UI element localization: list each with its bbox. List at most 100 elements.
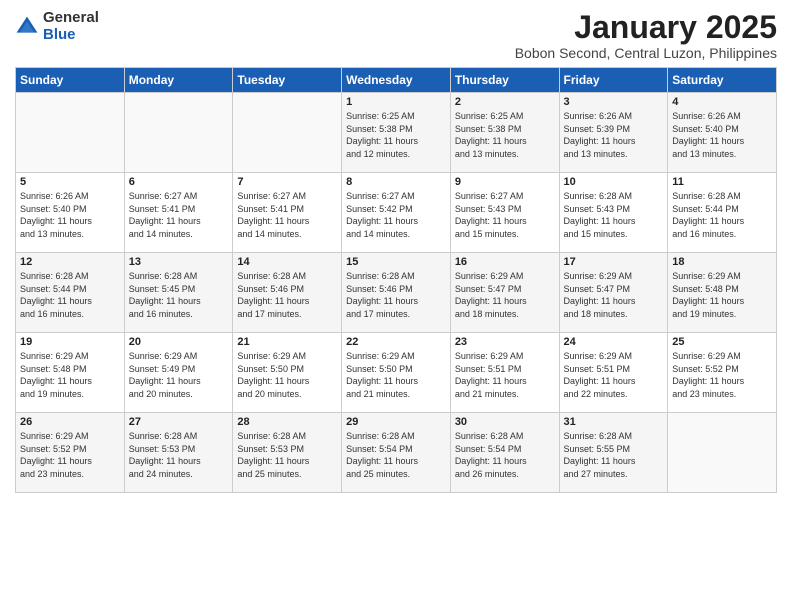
calendar-week-2: 5Sunrise: 6:26 AM Sunset: 5:40 PM Daylig… bbox=[16, 173, 777, 253]
calendar-cell-w4-d1: 19 Sunrise: 6:29 AM Sunset: 5:48 PM Dayli… bbox=[16, 333, 125, 413]
day-number: 3 bbox=[564, 96, 664, 108]
calendar-week-5: 26 Sunrise: 6:29 AM Sunset: 5:52 PM Dayli… bbox=[16, 413, 777, 493]
location: Bobon Second, Central Luzon, Philippines bbox=[515, 45, 777, 61]
day-info: Sunrise: 6:27 AM Sunset: 5:43 PM Dayligh… bbox=[455, 190, 555, 240]
day-info: Sunrise: 6:29 AM Sunset: 5:51 PM Dayligh… bbox=[455, 350, 555, 400]
day-number: 24 bbox=[564, 336, 664, 348]
day-info: Sunrise: 6:29 AM Sunset: 5:52 PM Dayligh… bbox=[20, 430, 120, 480]
day-info: Sunrise: 6:25 AM Sunset: 5:38 PM Dayligh… bbox=[455, 110, 555, 160]
calendar-cell-w3-d5: 16 Sunrise: 6:29 AM Sunset: 5:47 PM Dayli… bbox=[450, 253, 559, 333]
day-info: Sunrise: 6:29 AM Sunset: 5:47 PM Dayligh… bbox=[564, 270, 664, 320]
logo-blue-text: Blue bbox=[43, 27, 99, 44]
day-info: Sunrise: 6:25 AM Sunset: 5:38 PM Dayligh… bbox=[346, 110, 446, 160]
calendar-cell-w2-d5: 9 Sunrise: 6:27 AM Sunset: 5:43 PM Daylig… bbox=[450, 173, 559, 253]
title-block: January 2025 Bobon Second, Central Luzon… bbox=[515, 10, 777, 61]
calendar-cell-w5-d6: 31 Sunrise: 6:28 AM Sunset: 5:55 PM Dayli… bbox=[559, 413, 668, 493]
logo-text: General Blue bbox=[43, 10, 99, 43]
calendar-cell-w5-d2: 27 Sunrise: 6:28 AM Sunset: 5:53 PM Dayli… bbox=[124, 413, 233, 493]
day-info: Sunrise: 6:29 AM Sunset: 5:48 PM Dayligh… bbox=[20, 350, 120, 400]
day-number: 19 bbox=[20, 336, 120, 348]
calendar-header-row: Sunday Monday Tuesday Wednesday Thursday… bbox=[16, 68, 777, 93]
calendar-cell-w1-d1 bbox=[16, 93, 125, 173]
calendar-cell-w5-d3: 28Sunrise: 6:28 AM Sunset: 5:53 PM Dayli… bbox=[233, 413, 342, 493]
day-number: 1 bbox=[346, 96, 446, 108]
header-sunday: Sunday bbox=[16, 68, 125, 93]
calendar-cell-w3-d4: 15 Sunrise: 6:28 AM Sunset: 5:46 PM Dayli… bbox=[342, 253, 451, 333]
day-number: 13 bbox=[129, 256, 229, 268]
day-number: 23 bbox=[455, 336, 555, 348]
day-info: Sunrise: 6:29 AM Sunset: 5:52 PM Dayligh… bbox=[672, 350, 772, 400]
header: General Blue January 2025 Bobon Second, … bbox=[15, 10, 777, 61]
month-year: January 2025 bbox=[515, 10, 777, 45]
calendar-cell-w4-d2: 20 Sunrise: 6:29 AM Sunset: 5:49 PM Dayli… bbox=[124, 333, 233, 413]
day-info: Sunrise: 6:28 AM Sunset: 5:54 PM Dayligh… bbox=[346, 430, 446, 480]
day-info: Sunrise: 6:26 AM Sunset: 5:40 PM Dayligh… bbox=[672, 110, 772, 160]
logo: General Blue bbox=[15, 10, 99, 43]
day-info: Sunrise: 6:27 AM Sunset: 5:42 PM Dayligh… bbox=[346, 190, 446, 240]
calendar-week-4: 19 Sunrise: 6:29 AM Sunset: 5:48 PM Dayli… bbox=[16, 333, 777, 413]
day-info: Sunrise: 6:29 AM Sunset: 5:47 PM Dayligh… bbox=[455, 270, 555, 320]
day-info: Sunrise: 6:28 AM Sunset: 5:54 PM Dayligh… bbox=[455, 430, 555, 480]
day-info: Sunrise: 6:28 AM Sunset: 5:53 PM Dayligh… bbox=[129, 430, 229, 480]
calendar-cell-w5-d4: 29 Sunrise: 6:28 AM Sunset: 5:54 PM Dayli… bbox=[342, 413, 451, 493]
day-info: Sunrise: 6:28 AM Sunset: 5:45 PM Dayligh… bbox=[129, 270, 229, 320]
calendar-cell-w1-d4: 1 Sunrise: 6:25 AM Sunset: 5:38 PM Daylig… bbox=[342, 93, 451, 173]
calendar-cell-w4-d4: 22 Sunrise: 6:29 AM Sunset: 5:50 PM Dayli… bbox=[342, 333, 451, 413]
day-number: 16 bbox=[455, 256, 555, 268]
day-info: Sunrise: 6:28 AM Sunset: 5:55 PM Dayligh… bbox=[564, 430, 664, 480]
calendar-cell-w3-d2: 13 Sunrise: 6:28 AM Sunset: 5:45 PM Dayli… bbox=[124, 253, 233, 333]
calendar-cell-w4-d7: 25 Sunrise: 6:29 AM Sunset: 5:52 PM Dayli… bbox=[668, 333, 777, 413]
calendar: Sunday Monday Tuesday Wednesday Thursday… bbox=[15, 67, 777, 493]
day-number: 2 bbox=[455, 96, 555, 108]
calendar-cell-w2-d3: 7 Sunrise: 6:27 AM Sunset: 5:41 PM Daylig… bbox=[233, 173, 342, 253]
day-number: 9 bbox=[455, 176, 555, 188]
day-info: Sunrise: 6:28 AM Sunset: 5:46 PM Dayligh… bbox=[346, 270, 446, 320]
calendar-cell-w1-d2 bbox=[124, 93, 233, 173]
day-number: 4 bbox=[672, 96, 772, 108]
day-number: 31 bbox=[564, 416, 664, 428]
header-tuesday: Tuesday bbox=[233, 68, 342, 93]
day-info: Sunrise: 6:28 AM Sunset: 5:43 PM Dayligh… bbox=[564, 190, 664, 240]
day-number: 25 bbox=[672, 336, 772, 348]
day-number: 20 bbox=[129, 336, 229, 348]
day-info: Sunrise: 6:27 AM Sunset: 5:41 PM Dayligh… bbox=[129, 190, 229, 240]
day-number: 27 bbox=[129, 416, 229, 428]
calendar-week-1: 1 Sunrise: 6:25 AM Sunset: 5:38 PM Daylig… bbox=[16, 93, 777, 173]
day-number: 18 bbox=[672, 256, 772, 268]
day-number: 21 bbox=[237, 336, 337, 348]
calendar-cell-w4-d5: 23 Sunrise: 6:29 AM Sunset: 5:51 PM Dayli… bbox=[450, 333, 559, 413]
day-number: 28 bbox=[237, 416, 337, 428]
calendar-cell-w5-d1: 26 Sunrise: 6:29 AM Sunset: 5:52 PM Dayli… bbox=[16, 413, 125, 493]
calendar-cell-w2-d2: 6 Sunrise: 6:27 AM Sunset: 5:41 PM Daylig… bbox=[124, 173, 233, 253]
day-number: 15 bbox=[346, 256, 446, 268]
calendar-cell-w3-d1: 12Sunrise: 6:28 AM Sunset: 5:44 PM Dayli… bbox=[16, 253, 125, 333]
header-wednesday: Wednesday bbox=[342, 68, 451, 93]
calendar-week-3: 12Sunrise: 6:28 AM Sunset: 5:44 PM Dayli… bbox=[16, 253, 777, 333]
day-info: Sunrise: 6:27 AM Sunset: 5:41 PM Dayligh… bbox=[237, 190, 337, 240]
header-thursday: Thursday bbox=[450, 68, 559, 93]
calendar-cell-w4-d6: 24 Sunrise: 6:29 AM Sunset: 5:51 PM Dayli… bbox=[559, 333, 668, 413]
day-number: 7 bbox=[237, 176, 337, 188]
day-info: Sunrise: 6:28 AM Sunset: 5:44 PM Dayligh… bbox=[20, 270, 120, 320]
calendar-cell-w4-d3: 21Sunrise: 6:29 AM Sunset: 5:50 PM Dayli… bbox=[233, 333, 342, 413]
calendar-cell-w1-d5: 2 Sunrise: 6:25 AM Sunset: 5:38 PM Daylig… bbox=[450, 93, 559, 173]
day-number: 26 bbox=[20, 416, 120, 428]
day-info: Sunrise: 6:26 AM Sunset: 5:39 PM Dayligh… bbox=[564, 110, 664, 160]
day-number: 29 bbox=[346, 416, 446, 428]
day-number: 11 bbox=[672, 176, 772, 188]
calendar-cell-w2-d1: 5Sunrise: 6:26 AM Sunset: 5:40 PM Daylig… bbox=[16, 173, 125, 253]
day-info: Sunrise: 6:29 AM Sunset: 5:51 PM Dayligh… bbox=[564, 350, 664, 400]
day-number: 22 bbox=[346, 336, 446, 348]
calendar-cell-w3-d6: 17Sunrise: 6:29 AM Sunset: 5:47 PM Dayli… bbox=[559, 253, 668, 333]
calendar-cell-w1-d7: 4 Sunrise: 6:26 AM Sunset: 5:40 PM Daylig… bbox=[668, 93, 777, 173]
calendar-cell-w5-d7 bbox=[668, 413, 777, 493]
header-saturday: Saturday bbox=[668, 68, 777, 93]
day-number: 10 bbox=[564, 176, 664, 188]
day-info: Sunrise: 6:29 AM Sunset: 5:50 PM Dayligh… bbox=[346, 350, 446, 400]
calendar-cell-w3-d3: 14Sunrise: 6:28 AM Sunset: 5:46 PM Dayli… bbox=[233, 253, 342, 333]
day-info: Sunrise: 6:29 AM Sunset: 5:49 PM Dayligh… bbox=[129, 350, 229, 400]
day-number: 30 bbox=[455, 416, 555, 428]
calendar-cell-w5-d5: 30 Sunrise: 6:28 AM Sunset: 5:54 PM Dayli… bbox=[450, 413, 559, 493]
day-number: 6 bbox=[129, 176, 229, 188]
calendar-cell-w2-d7: 11Sunrise: 6:28 AM Sunset: 5:44 PM Dayli… bbox=[668, 173, 777, 253]
